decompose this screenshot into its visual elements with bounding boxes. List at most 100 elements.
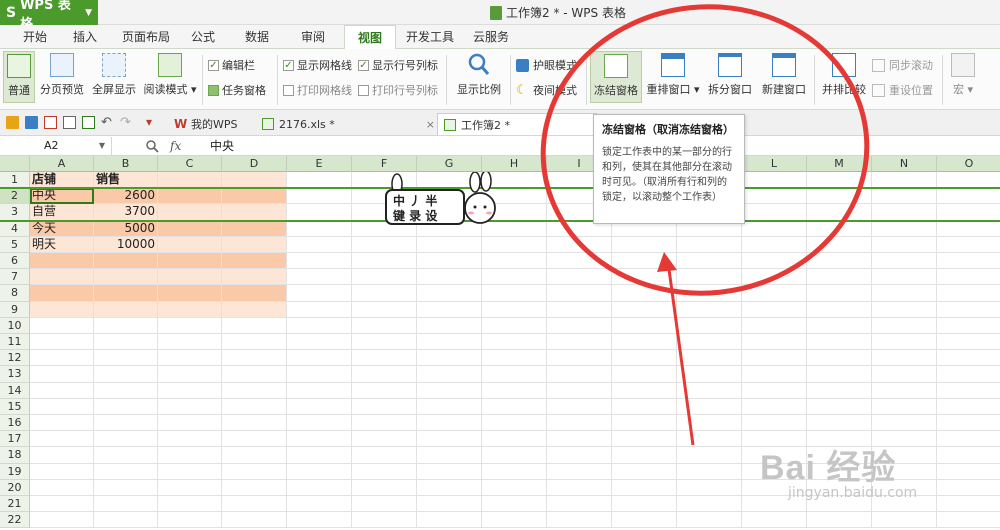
cell-l11[interactable] <box>742 334 807 351</box>
cell-e12[interactable] <box>287 350 352 367</box>
cell-a8[interactable] <box>30 285 94 302</box>
cell-m15[interactable] <box>807 398 872 415</box>
cell-f16[interactable] <box>352 415 417 432</box>
cell-k15[interactable] <box>677 398 742 415</box>
row-header-7[interactable]: 7 <box>0 269 30 286</box>
doc-tab-workbook2[interactable]: 工作簿2 * <box>437 113 597 135</box>
cell-i11[interactable] <box>547 334 612 351</box>
cell-g13[interactable] <box>417 366 482 383</box>
row-header-20[interactable]: 20 <box>0 479 30 496</box>
cell-n22[interactable] <box>872 512 937 529</box>
cell-a4[interactable]: 今天 <box>30 220 94 237</box>
cell-h6[interactable] <box>482 253 547 270</box>
cell-i18[interactable] <box>547 447 612 464</box>
cell-k12[interactable] <box>677 350 742 367</box>
cell-k17[interactable] <box>677 431 742 448</box>
cell-c13[interactable] <box>158 366 222 383</box>
cell-j5[interactable] <box>612 236 677 253</box>
cell-j17[interactable] <box>612 431 677 448</box>
cell-l6[interactable] <box>742 253 807 270</box>
cell-e9[interactable] <box>287 301 352 318</box>
cell-e2[interactable] <box>287 188 352 205</box>
cell-k9[interactable] <box>677 301 742 318</box>
cell-g21[interactable] <box>417 496 482 513</box>
cell-k13[interactable] <box>677 366 742 383</box>
cell-h13[interactable] <box>482 366 547 383</box>
row-header-13[interactable]: 13 <box>0 366 30 383</box>
save-icon[interactable] <box>25 116 38 129</box>
cell-j8[interactable] <box>612 285 677 302</box>
cell-m16[interactable] <box>807 415 872 432</box>
cell-i6[interactable] <box>547 253 612 270</box>
row-header-12[interactable]: 12 <box>0 350 30 367</box>
customize-icon[interactable]: ▾ <box>146 116 159 129</box>
app-menu-button[interactable]: S WPS 表格 ▼ <box>0 0 98 32</box>
split-window-button[interactable]: 拆分窗口 <box>704 51 756 97</box>
row-header-15[interactable]: 15 <box>0 398 30 415</box>
cell-b22[interactable] <box>94 512 158 529</box>
row-header-11[interactable]: 11 <box>0 334 30 351</box>
cell-l8[interactable] <box>742 285 807 302</box>
cell-g14[interactable] <box>417 382 482 399</box>
cell-f21[interactable] <box>352 496 417 513</box>
cell-l22[interactable] <box>742 512 807 529</box>
cell-l7[interactable] <box>742 269 807 286</box>
row-header-2[interactable]: 2 <box>0 188 30 205</box>
cell-d18[interactable] <box>222 447 287 464</box>
row-header-19[interactable]: 19 <box>0 463 30 480</box>
cell-e18[interactable] <box>287 447 352 464</box>
cell-k5[interactable] <box>677 236 742 253</box>
cell-c7[interactable] <box>158 269 222 286</box>
cell-i12[interactable] <box>547 350 612 367</box>
row-header-5[interactable]: 5 <box>0 236 30 253</box>
print-headers-checkbox[interactable]: ✓ 打印行号列标 <box>358 82 438 98</box>
cell-l5[interactable] <box>742 236 807 253</box>
cell-c16[interactable] <box>158 415 222 432</box>
cell-c4[interactable] <box>158 220 222 237</box>
cell-j19[interactable] <box>612 463 677 480</box>
reading-mode-button[interactable]: 阅读模式 ▾ <box>142 51 198 97</box>
cell-n11[interactable] <box>872 334 937 351</box>
cell-g16[interactable] <box>417 415 482 432</box>
cell-m4[interactable] <box>807 220 872 237</box>
column-header-o[interactable]: O <box>937 156 1000 172</box>
cell-b16[interactable] <box>94 415 158 432</box>
column-header-c[interactable]: C <box>158 156 222 172</box>
select-all-corner[interactable] <box>0 156 30 172</box>
cell-o2[interactable] <box>937 188 1000 205</box>
cell-k19[interactable] <box>677 463 742 480</box>
column-header-f[interactable]: F <box>352 156 417 172</box>
column-header-d[interactable]: D <box>222 156 287 172</box>
cell-a6[interactable] <box>30 253 94 270</box>
cell-d12[interactable] <box>222 350 287 367</box>
cell-c15[interactable] <box>158 398 222 415</box>
cell-l9[interactable] <box>742 301 807 318</box>
cell-o7[interactable] <box>937 269 1000 286</box>
cell-n6[interactable] <box>872 253 937 270</box>
cell-n15[interactable] <box>872 398 937 415</box>
reset-position-button[interactable]: 重设位置 <box>872 82 933 98</box>
cell-d16[interactable] <box>222 415 287 432</box>
cell-n8[interactable] <box>872 285 937 302</box>
cell-a7[interactable] <box>30 269 94 286</box>
cell-l12[interactable] <box>742 350 807 367</box>
cell-a1[interactable]: 店铺 <box>30 172 94 189</box>
cell-h16[interactable] <box>482 415 547 432</box>
normal-view-button[interactable]: 普通 <box>3 51 35 103</box>
find-icon[interactable] <box>145 139 159 153</box>
cell-d11[interactable] <box>222 334 287 351</box>
cell-e22[interactable] <box>287 512 352 529</box>
tab-home[interactable]: 开始 <box>14 25 56 49</box>
cell-e17[interactable] <box>287 431 352 448</box>
print-preview-icon[interactable] <box>82 116 95 129</box>
cell-e16[interactable] <box>287 415 352 432</box>
cell-e8[interactable] <box>287 285 352 302</box>
cell-i19[interactable] <box>547 463 612 480</box>
cell-h9[interactable] <box>482 301 547 318</box>
cell-a12[interactable] <box>30 350 94 367</box>
cell-l2[interactable] <box>742 188 807 205</box>
cell-g19[interactable] <box>417 463 482 480</box>
cell-i10[interactable] <box>547 317 612 334</box>
cell-b9[interactable] <box>94 301 158 318</box>
cell-k20[interactable] <box>677 479 742 496</box>
